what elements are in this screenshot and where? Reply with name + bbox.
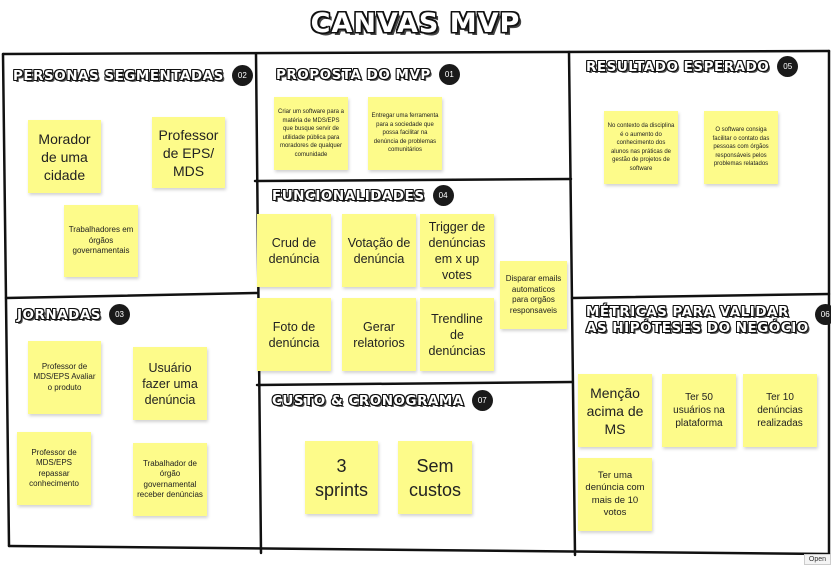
sticky-note[interactable]: Gerar relatorios — [342, 298, 416, 371]
section-funcionalidades-badge: 04 — [432, 185, 454, 206]
section-jornadas-title: Jornadas — [17, 306, 102, 323]
sticky-note[interactable]: Votação de denúncia — [342, 214, 416, 287]
sticky-note[interactable]: Crud de denúncia — [257, 214, 331, 287]
sticky-note[interactable]: Disparar emails automaticos para orgãos … — [500, 261, 567, 329]
sticky-note[interactable]: Ter 10 denúncias realizadas — [743, 374, 817, 447]
sticky-note[interactable]: Ter 50 usuários na plataforma — [662, 374, 736, 447]
section-resultado-badge: 05 — [777, 56, 799, 77]
canvas-title: Canvas MVP — [310, 8, 521, 39]
sticky-note[interactable]: Ter uma denúncia com mais de 10 votos — [578, 458, 652, 531]
section-jornadas-badge: 03 — [109, 304, 131, 325]
section-custo-badge: 07 — [471, 390, 493, 411]
sticky-note[interactable]: No contexto da disciplina é o aumento do… — [604, 111, 678, 184]
sticky-note[interactable]: Sem custos — [398, 441, 472, 514]
section-metricas-badge: 06 — [814, 303, 831, 325]
sticky-note[interactable]: O software consiga facilitar o contato d… — [704, 111, 778, 184]
sticky-note[interactable]: 3 sprints — [305, 441, 378, 514]
sticky-note[interactable]: Entregar uma ferramenta para a sociedade… — [368, 97, 442, 170]
sticky-note[interactable]: Trigger de denúncias em x up votes — [420, 214, 494, 287]
section-resultado-title: Resultado Esperado — [586, 58, 770, 75]
section-personas-title: Personas Segmentadas — [13, 67, 224, 84]
section-proposta-header: Proposta do MVP 01 — [276, 64, 460, 85]
section-proposta-title: Proposta do MVP — [276, 66, 431, 83]
section-proposta-badge: 01 — [438, 64, 460, 85]
section-personas-header: Personas Segmentadas 02 — [13, 65, 253, 86]
section-funcionalidades-title: Funcionalidades — [272, 187, 425, 204]
sticky-note[interactable]: Trabalhadores em órgãos governamentais — [64, 205, 138, 277]
sticky-note[interactable]: Professor de MDS/EPS repassar conhecimen… — [17, 432, 91, 505]
section-metricas-title: Métricas para validar as hipóteses do ne… — [586, 304, 809, 336]
sticky-note[interactable]: Professor de MDS/EPS Avaliar o produto — [28, 341, 101, 414]
section-metricas-title-line2: as hipóteses do negócio — [586, 320, 809, 336]
section-funcionalidades-header: Funcionalidades 04 — [272, 185, 454, 206]
sticky-note[interactable]: Professor de EPS/ MDS — [152, 117, 225, 188]
sticky-note[interactable]: Morador de uma cidade — [28, 120, 101, 193]
sticky-note[interactable]: Foto de denúncia — [257, 298, 331, 371]
section-custo-header: Custo & Cronograma 07 — [272, 390, 493, 411]
open-button[interactable]: Open — [803, 554, 831, 565]
section-resultado-header: Resultado Esperado 05 — [586, 56, 799, 77]
section-jornadas-header: Jornadas 03 — [17, 304, 131, 325]
sticky-note[interactable]: Usuário fazer uma denúncia — [133, 347, 207, 420]
section-metricas-header: Métricas para validar as hipóteses do ne… — [586, 303, 831, 336]
sticky-note[interactable]: Trendline de denúncias — [420, 298, 494, 371]
sticky-note[interactable]: Menção acima de MS — [578, 374, 652, 447]
sticky-note[interactable]: Criar um software para a matéria de MDS/… — [274, 97, 348, 170]
section-custo-title: Custo & Cronograma — [272, 392, 464, 409]
sticky-note[interactable]: Trabalhador de órgão governamental receb… — [133, 443, 207, 516]
section-metricas-title-line1: Métricas para validar — [586, 304, 789, 320]
section-personas-badge: 02 — [231, 65, 253, 86]
